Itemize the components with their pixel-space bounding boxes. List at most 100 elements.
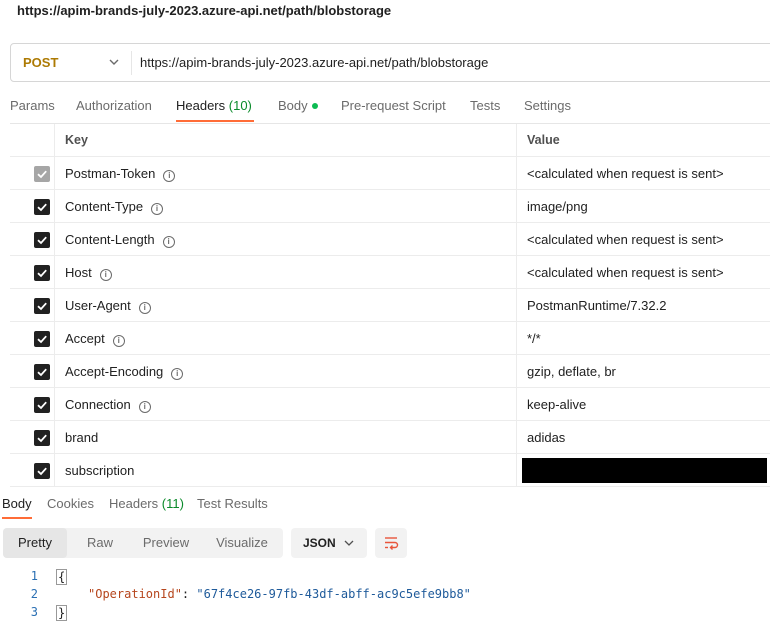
key-cell[interactable]: Host i	[55, 256, 517, 288]
tab-params[interactable]: Params	[10, 98, 55, 113]
key-cell[interactable]: Connection i	[55, 388, 517, 420]
view-mode-toggle: Pretty Raw Preview Visualize	[3, 528, 283, 558]
key-cell[interactable]: Content-Length i	[55, 223, 517, 255]
value-cell[interactable]: image/png	[517, 190, 770, 222]
value-cell[interactable]: keep-alive	[517, 388, 770, 420]
checkmark-icon	[37, 368, 47, 377]
tab-settings[interactable]: Settings	[524, 98, 571, 113]
header-key-text: Connection	[65, 397, 131, 412]
row-checkbox[interactable]	[34, 430, 50, 446]
url-input[interactable]: https://apim-brands-july-2023.azure-api.…	[132, 55, 488, 70]
raw-button[interactable]: Raw	[71, 528, 129, 558]
key-cell[interactable]: Accept i	[55, 322, 517, 354]
chevron-down-icon	[109, 59, 119, 65]
header-key-text: brand	[65, 430, 99, 445]
info-icon[interactable]: i	[151, 203, 164, 215]
value-cell[interactable]: */*	[517, 322, 770, 354]
row-checkbox[interactable]	[34, 397, 50, 413]
header-value: image/png	[527, 199, 588, 214]
row-checkbox[interactable]	[34, 298, 50, 314]
row-checkbox[interactable]	[34, 331, 50, 347]
checkmark-icon	[37, 467, 47, 476]
row-checkbox[interactable]	[34, 265, 50, 281]
header-key-text: Accept	[65, 331, 105, 346]
info-icon[interactable]: i	[163, 170, 176, 182]
headers-count-badge: (10)	[228, 98, 252, 113]
checkbox-cell	[10, 256, 55, 288]
value-cell[interactable]	[517, 454, 770, 486]
tab-headers-label: Headers	[176, 98, 226, 113]
visualize-button[interactable]: Visualize	[207, 528, 277, 558]
request-tabs: Params Authorization Headers (10) Body P…	[0, 92, 770, 122]
checkbox-cell	[10, 388, 55, 420]
format-select[interactable]: JSON	[291, 528, 367, 558]
value-cell[interactable]: gzip, deflate, br	[517, 355, 770, 387]
header-key: brand	[65, 430, 98, 445]
response-headers-label: Headers	[109, 496, 159, 511]
key-cell[interactable]: User-Agent i	[55, 289, 517, 321]
key-column-label: Key	[65, 133, 88, 147]
tab-authorization[interactable]: Authorization	[76, 98, 152, 113]
tab-test-results[interactable]: Test Results	[197, 496, 268, 511]
response-tabs: Body Cookies Headers (11) Test Results	[0, 493, 770, 521]
info-icon[interactable]: i	[138, 302, 151, 314]
row-checkbox[interactable]	[34, 199, 50, 215]
header-value: gzip, deflate, br	[527, 364, 616, 379]
header-key: Content-Length i	[65, 232, 175, 248]
value-cell[interactable]: adidas	[517, 421, 770, 453]
wrap-lines-button[interactable]	[375, 528, 407, 558]
table-row: Connection i keep-alive	[10, 388, 770, 421]
preview-button[interactable]: Preview	[131, 528, 201, 558]
info-icon[interactable]: i	[99, 269, 112, 281]
header-key-text: Accept-Encoding	[65, 364, 164, 379]
tab-response-body[interactable]: Body	[2, 496, 32, 511]
header-key-text: subscription	[65, 463, 135, 478]
value-column-label: Value	[527, 133, 560, 147]
checkbox-cell	[10, 355, 55, 387]
key-cell[interactable]: Postman-Token i	[55, 157, 517, 189]
header-key-text: Postman-Token	[65, 166, 156, 181]
info-icon[interactable]: i	[138, 401, 151, 413]
pretty-button[interactable]: Pretty	[3, 528, 67, 558]
checkmark-icon	[37, 335, 47, 344]
tab-body[interactable]: Body	[278, 98, 318, 113]
code-line: 2 "OperationId": "67f4ce26-97fb-43df-abf…	[0, 587, 770, 605]
header-key: Postman-Token i	[65, 166, 176, 182]
code-line: 1 {	[0, 569, 770, 587]
tab-response-headers[interactable]: Headers (11)	[109, 496, 184, 511]
value-cell[interactable]: <calculated when request is sent>	[517, 223, 770, 255]
json-value: "67f4ce26-97fb-43df-abff-ac9c5efe9bb8"	[196, 587, 471, 601]
tab-pre-request-script[interactable]: Pre-request Script	[341, 98, 446, 113]
value-cell[interactable]: <calculated when request is sent>	[517, 256, 770, 288]
row-checkbox[interactable]	[34, 232, 50, 248]
response-headers-count: (11)	[161, 496, 184, 511]
key-cell[interactable]: subscription	[55, 454, 517, 486]
redacted-value	[522, 458, 767, 483]
checkbox-cell	[10, 421, 55, 453]
header-value: */*	[527, 331, 541, 346]
table-row: Content-Type i image/png	[10, 190, 770, 223]
header-key-text: Host	[65, 265, 92, 280]
value-cell[interactable]: <calculated when request is sent>	[517, 157, 770, 189]
table-row: subscription	[10, 454, 770, 487]
info-icon[interactable]: i	[162, 236, 175, 248]
row-checkbox	[34, 166, 50, 182]
value-cell[interactable]: PostmanRuntime/7.32.2	[517, 289, 770, 321]
row-checkbox[interactable]	[34, 364, 50, 380]
table-row: brand adidas	[10, 421, 770, 454]
tab-headers[interactable]: Headers (10)	[176, 98, 252, 113]
key-cell[interactable]: brand	[55, 421, 517, 453]
checkmark-icon	[37, 269, 47, 278]
row-checkbox[interactable]	[34, 463, 50, 479]
key-cell[interactable]: Accept-Encoding i	[55, 355, 517, 387]
page-title: https://apim-brands-july-2023.azure-api.…	[17, 3, 392, 18]
header-value: <calculated when request is sent>	[527, 166, 724, 181]
info-icon[interactable]: i	[112, 335, 125, 347]
tab-response-cookies[interactable]: Cookies	[47, 496, 94, 511]
method-select[interactable]: POST	[11, 44, 131, 81]
header-key: User-Agent i	[65, 298, 151, 314]
json-open-brace: {	[56, 569, 68, 585]
info-icon[interactable]: i	[171, 368, 184, 380]
tab-tests[interactable]: Tests	[470, 98, 500, 113]
key-cell[interactable]: Content-Type i	[55, 190, 517, 222]
